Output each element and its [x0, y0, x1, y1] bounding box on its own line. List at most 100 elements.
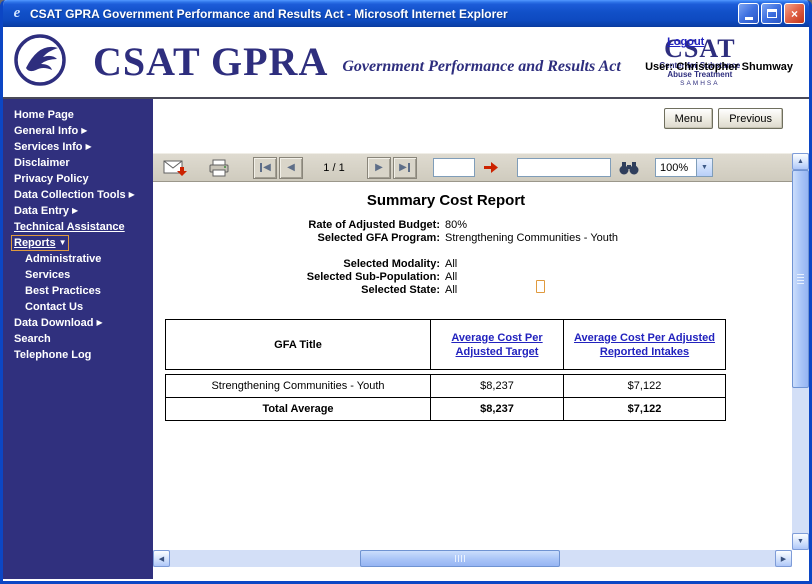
scroll-up-button[interactable]: ▲ — [792, 153, 809, 170]
sidebar-item-label: General Info — [14, 125, 78, 137]
brand: CSAT GPRA Government Performance and Res… — [93, 43, 621, 81]
sidebar-item-wrap: Home Page — [11, 107, 77, 123]
scroll-right-button[interactable]: ▶ — [775, 550, 792, 567]
first-page-button[interactable]: ◀ — [253, 157, 277, 179]
sidebar-item-label: Reports — [14, 237, 56, 249]
sidebar-item-label: Privacy Policy — [14, 173, 89, 185]
sidebar-item-label: Best Practices — [25, 285, 101, 297]
prev-page-button[interactable]: ◀ — [279, 157, 303, 179]
sidebar-item[interactable]: Data Download▶ — [3, 315, 153, 331]
sidebar-item-arrow-icon: ▶ — [81, 126, 87, 135]
user-label: User: Christopher Shumway — [645, 61, 793, 73]
sidebar-item[interactable]: Data Collection Tools▶ — [3, 187, 153, 203]
main-panel: Menu Previous — [153, 99, 809, 579]
report-viewer: ◀ ◀ 1 / 1 ▶ ▶ — [153, 153, 809, 567]
search-button[interactable] — [615, 156, 643, 180]
scroll-down-button[interactable]: ▼ — [792, 533, 809, 550]
goto-page-input[interactable] — [433, 158, 475, 177]
column-header-label: GFA Title — [274, 339, 322, 351]
table-cell-gfa-title: Total Average — [166, 398, 431, 421]
last-page-button[interactable]: ▶ — [393, 157, 417, 179]
column-header-label: Average Cost Per Adjusted Reported Intak… — [574, 332, 715, 358]
param-row: Rate of Adjusted Budget: 80% — [165, 219, 727, 232]
sidebar-item-arrow-icon: ▼ — [59, 238, 67, 247]
session-info: Logout User: Christopher Shumway — [645, 36, 793, 73]
sidebar-item[interactable]: Services Info▶ — [3, 139, 153, 155]
samhsa-label: SAMHSA — [645, 80, 755, 87]
param-label: Selected Modality: — [165, 258, 440, 271]
restore-button[interactable] — [761, 3, 782, 24]
sidebar-item-wrap: Telephone Log — [11, 347, 94, 363]
report-title: Summary Cost Report — [165, 192, 727, 209]
sidebar-item[interactable]: Disclaimer — [3, 155, 153, 171]
sidebar-item-wrap: Reports▼ — [11, 235, 69, 251]
sidebar-item-wrap: Data Download▶ — [11, 315, 106, 331]
next-page-icon: ▶ — [375, 163, 383, 173]
sidebar-item-label: Disclaimer — [14, 157, 70, 169]
page-indicator: 1 / 1 — [303, 162, 365, 174]
go-arrow-icon — [483, 161, 499, 174]
sidebar-item-label: Administrative — [25, 253, 101, 265]
titlebar[interactable]: e CSAT GPRA Government Performance and R… — [3, 0, 809, 27]
sidebar-item[interactable]: Privacy Policy — [3, 171, 153, 187]
sidebar-item[interactable]: Administrative — [3, 251, 153, 267]
table-header-cell[interactable]: Average Cost Per Adjusted Target — [431, 320, 564, 370]
prev-page-icon: ◀ — [287, 163, 295, 173]
print-button[interactable] — [205, 156, 233, 180]
minimize-button[interactable] — [738, 3, 759, 24]
horizontal-scroll-thumb[interactable] — [360, 550, 560, 567]
table-cell-avg-cost-intakes: $7,122 — [564, 398, 726, 421]
param-row: Selected Sub-Population: All — [165, 271, 727, 284]
vertical-scrollbar[interactable]: ▲ ▼ — [792, 153, 809, 550]
param-value: Strengthening Communities - Youth — [445, 232, 618, 245]
export-icon — [163, 159, 187, 177]
param-row: Selected Modality: All — [165, 258, 727, 271]
scroll-left-button[interactable]: ◀ — [153, 550, 170, 567]
sidebar-item-wrap: Administrative — [22, 251, 104, 267]
close-button[interactable]: × — [784, 3, 805, 24]
export-button[interactable] — [161, 156, 189, 180]
sidebar-item-wrap: Services Info▶ — [11, 139, 95, 155]
sidebar-item-label: Technical Assistance — [14, 221, 125, 233]
menu-button[interactable]: Menu — [664, 108, 714, 129]
horizontal-scrollbar[interactable]: ◀ ▶ — [153, 550, 792, 567]
logout-link[interactable]: Logout — [667, 36, 704, 48]
first-page-icon — [260, 163, 262, 172]
table-cell-gfa-title: Strengthening Communities - Youth — [166, 375, 431, 398]
print-icon — [207, 159, 231, 177]
table-cell-avg-cost-target: $8,237 — [431, 375, 564, 398]
sidebar-item[interactable]: Telephone Log — [3, 347, 153, 363]
sidebar-item-wrap: Contact Us — [22, 299, 86, 315]
internet-explorer-icon: e — [9, 6, 25, 22]
sidebar-item[interactable]: Data Entry▶ — [3, 203, 153, 219]
restore-icon — [767, 9, 777, 18]
sidebar-item[interactable]: Contact Us — [3, 299, 153, 315]
window-controls: × — [738, 3, 805, 24]
report-page: Summary Cost Report Rate of Adjusted Bud… — [153, 182, 792, 550]
sidebar-item-label: Data Download — [14, 317, 93, 329]
vertical-scroll-thumb[interactable] — [792, 170, 809, 388]
sidebar-item-wrap: Data Entry▶ — [11, 203, 81, 219]
sidebar-item[interactable]: Home Page — [3, 107, 153, 123]
goto-page-button[interactable] — [477, 156, 505, 180]
hhs-logo — [13, 33, 67, 92]
table-row: Total Average $8,237 $7,122 — [166, 398, 726, 421]
zoom-select[interactable]: 100% ▼ — [655, 158, 713, 177]
next-page-button[interactable]: ▶ — [367, 157, 391, 179]
sidebar-item-wrap: Privacy Policy — [11, 171, 92, 187]
sidebar-item[interactable]: Reports▼ — [3, 235, 153, 251]
previous-button[interactable]: Previous — [718, 108, 783, 129]
sidebar-item[interactable]: General Info▶ — [3, 123, 153, 139]
sidebar-item[interactable]: Services — [3, 267, 153, 283]
sidebar-item-arrow-icon: ▶ — [85, 142, 91, 151]
param-label: Selected Sub-Population: — [165, 271, 440, 284]
table-header-cell[interactable]: Average Cost Per Adjusted Reported Intak… — [564, 320, 726, 370]
sidebar-item[interactable]: Best Practices — [3, 283, 153, 299]
sidebar-item[interactable]: Search — [3, 331, 153, 347]
search-input[interactable] — [517, 158, 611, 177]
sidebar-item-label: Data Entry — [14, 205, 69, 217]
table-cell-avg-cost-intakes: $7,122 — [564, 375, 726, 398]
content-area: Home Page General Info▶ Services Info▶ D… — [3, 99, 809, 579]
sidebar-item[interactable]: Technical Assistance — [3, 219, 153, 235]
zoom-dropdown-icon[interactable]: ▼ — [696, 159, 712, 176]
